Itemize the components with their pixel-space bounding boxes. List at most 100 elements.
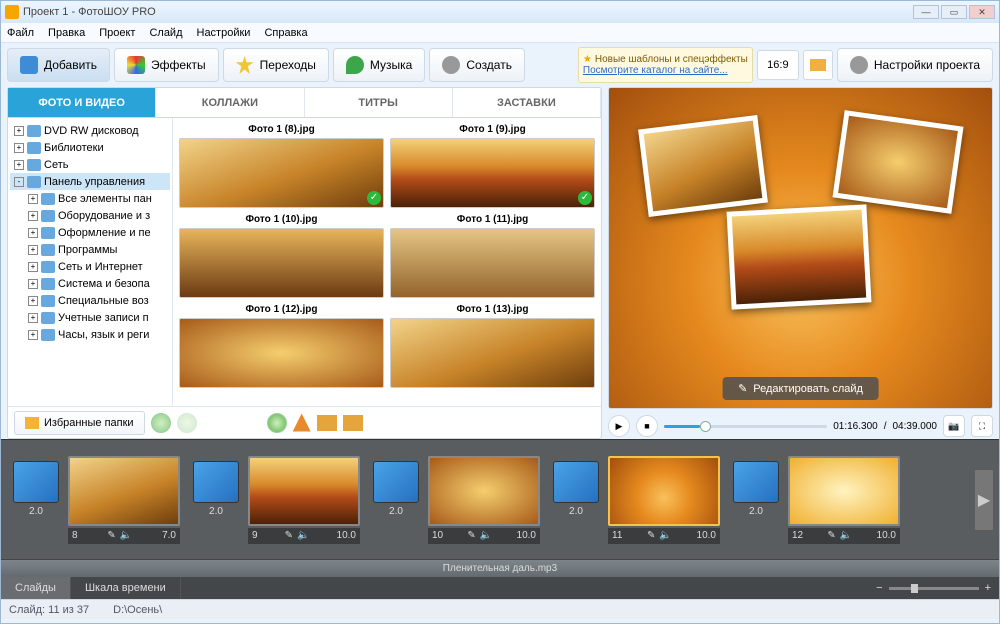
tree-node[interactable]: +Система и безопа [10,275,170,292]
tree-node[interactable]: +Программы [10,241,170,258]
menu-slide[interactable]: Слайд [149,27,182,39]
expand-icon[interactable]: + [14,126,24,136]
thumbnail[interactable]: Фото 1 (11).jpg [390,214,595,298]
mute-icon[interactable]: 🔈 [120,530,132,541]
menu-edit[interactable]: Правка [48,27,85,39]
favorites-button[interactable]: Избранные папки [14,411,145,435]
edit-icon[interactable]: ✎ [827,530,835,541]
tree-node[interactable]: +Все элементы пан [10,190,170,207]
add-button[interactable]: Добавить [7,48,110,82]
tree-node[interactable]: +Специальные воз [10,292,170,309]
pencil-icon: ✎ [738,382,747,395]
edit-icon[interactable]: ✎ [647,530,655,541]
transition-thumb [13,461,59,503]
timeline-slide[interactable]: 11✎🔈10.0 [605,456,723,544]
nav-back-button[interactable] [151,413,171,433]
tree-node[interactable]: -Панель управления [10,173,170,190]
timeline-slide[interactable]: 8✎🔈7.0 [65,456,183,544]
thumbnail[interactable]: Фото 1 (9).jpg✓ [390,124,595,208]
music-button[interactable]: Музыка [333,48,425,82]
close-button[interactable]: ✕ [969,5,995,19]
transition[interactable]: 2.0 [547,461,605,539]
transition[interactable]: 2.0 [727,461,785,539]
mute-icon[interactable]: 🔈 [480,530,492,541]
expand-icon[interactable]: + [14,160,24,170]
new-folder-icon[interactable] [343,415,363,431]
project-settings-button[interactable]: Настройки проекта [837,48,993,82]
mute-icon[interactable]: 🔈 [659,530,671,541]
transition[interactable]: 2.0 [7,461,65,539]
timeline-tab-slides[interactable]: Слайды [1,577,71,599]
expand-icon[interactable]: + [28,330,38,340]
expand-icon[interactable]: + [14,143,24,153]
expand-icon[interactable]: + [28,245,38,255]
edit-icon[interactable]: ✎ [285,530,293,541]
tree-node[interactable]: +Оборудование и з [10,207,170,224]
theme-icon-button[interactable] [803,50,833,80]
folder-tree[interactable]: +DVD RW дисковод+Библиотеки+Сеть-Панель … [8,118,173,406]
nav-forward-button[interactable] [177,413,197,433]
tab-titles[interactable]: ТИТРЫ [305,88,453,117]
menu-project[interactable]: Проект [99,27,135,39]
transitions-button[interactable]: Переходы [223,48,329,82]
timeline-slide[interactable]: 10✎🔈10.0 [425,456,543,544]
mute-icon[interactable]: 🔈 [297,530,309,541]
effects-button[interactable]: Эффекты [114,48,219,82]
effects-label: Эффекты [151,58,206,72]
tree-node[interactable]: +DVD RW дисковод [10,122,170,139]
timeline-slide[interactable]: 9✎🔈10.0 [245,456,363,544]
slide-strip[interactable]: 2.08✎🔈7.02.09✎🔈10.02.010✎🔈10.02.011✎🔈10.… [1,440,999,559]
open-folder-icon[interactable] [317,415,337,431]
expand-icon[interactable]: + [28,279,38,289]
expand-icon[interactable]: + [28,228,38,238]
transition[interactable]: 2.0 [187,461,245,539]
snapshot-button[interactable]: 📷 [943,415,965,437]
minimize-button[interactable]: — [913,5,939,19]
tab-photo-video[interactable]: ФОТО И ВИДЕО [8,88,156,117]
transition[interactable]: 2.0 [367,461,425,539]
edit-icon[interactable]: ✎ [107,530,115,541]
tree-node[interactable]: +Библиотеки [10,139,170,156]
menu-file[interactable]: Файл [7,27,34,39]
expand-icon[interactable]: - [14,177,24,187]
edit-slide-button[interactable]: ✎ Редактировать слайд [722,377,879,400]
tree-node[interactable]: +Учетные записи п [10,309,170,326]
seek-slider[interactable] [664,425,827,428]
expand-icon[interactable]: + [28,194,38,204]
audio-track[interactable]: Пленительная даль.mp3 [1,559,999,577]
timeline-slide[interactable]: 12✎🔈10.0 [785,456,903,544]
note-icon [346,56,364,74]
expand-icon[interactable]: + [28,296,38,306]
thumbnail[interactable]: Фото 1 (13).jpg [390,304,595,388]
expand-icon[interactable]: + [28,262,38,272]
tab-splash[interactable]: ЗАСТАВКИ [453,88,601,117]
thumbnail[interactable]: Фото 1 (10).jpg [179,214,384,298]
tree-node[interactable]: +Сеть [10,156,170,173]
menu-settings[interactable]: Настройки [197,27,251,39]
timeline-tab-scale[interactable]: Шкала времени [71,577,181,599]
promo-link[interactable]: Посмотрите каталог на сайте... [583,65,748,76]
tree-node[interactable]: +Оформление и пе [10,224,170,241]
timeline-zoom[interactable]: − + [868,577,999,599]
edit-icon[interactable]: ✎ [467,530,475,541]
zoom-in-icon[interactable]: + [985,582,991,594]
expand-icon[interactable]: + [28,211,38,221]
thumbnail[interactable]: Фото 1 (12).jpg [179,304,384,388]
fullscreen-button[interactable]: ⛶ [971,415,993,437]
tab-collage[interactable]: КОЛЛАЖИ [156,88,304,117]
stop-button[interactable]: ■ [636,415,658,437]
mute-icon[interactable]: 🔈 [840,530,852,541]
up-icon[interactable] [293,414,311,432]
menu-help[interactable]: Справка [264,27,307,39]
zoom-out-icon[interactable]: − [876,582,882,594]
download-icon[interactable] [267,413,287,433]
maximize-button[interactable]: ▭ [941,5,967,19]
create-button[interactable]: Создать [429,48,525,82]
strip-scroll-right[interactable]: ▶ [975,470,993,530]
play-button[interactable]: ▶ [608,415,630,437]
tree-node[interactable]: +Часы, язык и реги [10,326,170,343]
thumbnail[interactable]: Фото 1 (8).jpg✓ [179,124,384,208]
tree-node[interactable]: +Сеть и Интернет [10,258,170,275]
expand-icon[interactable]: + [28,313,38,323]
aspect-ratio[interactable]: 16:9 [757,50,799,80]
